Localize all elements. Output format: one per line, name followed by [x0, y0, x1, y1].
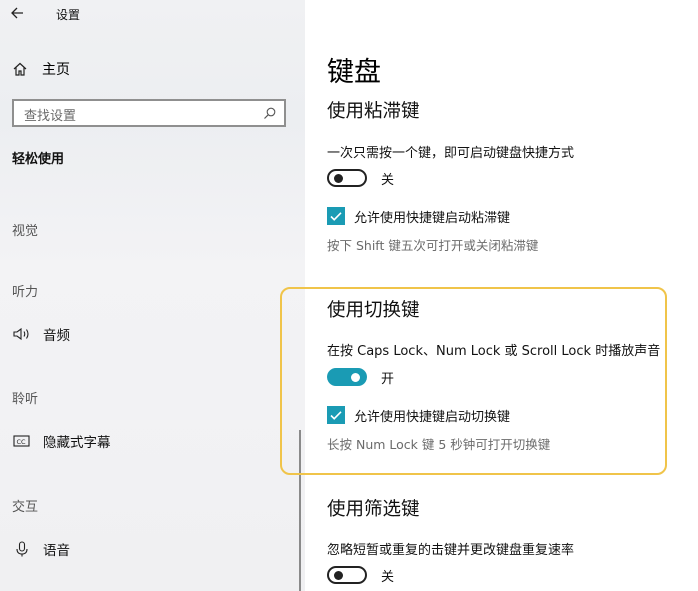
checkbox-label: 允许使用快捷键启动粘滞键 — [354, 210, 511, 226]
filter-keys-toggle[interactable] — [327, 566, 367, 584]
app-title: 设置 — [56, 8, 81, 22]
group-label-hearing: 听力 — [12, 285, 39, 300]
filter-keys-heading: 使用筛选键 — [327, 499, 420, 520]
microphone-icon — [12, 541, 32, 557]
toggle-state-label: 关 — [381, 172, 395, 188]
search-placeholder: 查找设置 — [24, 109, 77, 124]
sidebar: 设置 主页 查找设置 轻松使用 视觉 听力 音频 聆听 CC 隐藏式字幕 交互 … — [0, 0, 305, 591]
filter-keys-description: 忽略短暂或重复的击键并更改键盘重复速率 — [327, 543, 575, 558]
title-bar: 设置 — [0, 0, 305, 30]
sticky-keys-hint: 按下 Shift 键五次可打开或关闭粘滞键 — [327, 238, 539, 253]
search-input[interactable]: 查找设置 — [12, 99, 286, 127]
sidebar-item-speech[interactable]: 语音 — [12, 538, 70, 560]
sidebar-item-audio[interactable]: 音频 — [12, 323, 70, 345]
nav-home[interactable]: 主页 — [12, 58, 70, 80]
group-label-interaction: 交互 — [12, 500, 39, 515]
filter-keys-toggle-row: 关 — [327, 564, 394, 586]
sidebar-item-label: 音频 — [43, 328, 70, 344]
page-title: 键盘 — [327, 57, 381, 88]
home-icon — [13, 62, 27, 76]
toggle-state-label: 关 — [381, 569, 395, 585]
speaker-icon — [12, 326, 32, 342]
sidebar-item-label: 隐藏式字幕 — [43, 435, 111, 451]
checkmark-icon — [330, 212, 342, 221]
toggle-knob — [334, 571, 343, 580]
sidebar-item-label: 语音 — [43, 543, 70, 559]
highlight-annotation-box — [280, 287, 667, 475]
back-arrow-icon[interactable] — [10, 3, 28, 23]
closed-caption-icon: CC — [12, 433, 32, 449]
sticky-keys-shortcut-checkbox-row[interactable]: 允许使用快捷键启动粘滞键 — [327, 206, 510, 226]
sticky-keys-heading: 使用粘滞键 — [327, 101, 420, 122]
search-icon — [264, 107, 276, 119]
group-label-vision: 视觉 — [12, 224, 39, 239]
nav-home-label: 主页 — [42, 62, 70, 78]
sticky-keys-description: 一次只需按一个键，即可启动键盘快捷方式 — [327, 146, 575, 161]
group-label-listen: 聆听 — [12, 392, 39, 407]
section-title: 轻松使用 — [12, 152, 65, 167]
toggle-knob — [334, 174, 343, 183]
checkbox-checked[interactable] — [327, 207, 345, 225]
sticky-keys-toggle[interactable] — [327, 169, 367, 187]
svg-text:CC: CC — [17, 438, 27, 446]
sticky-keys-toggle-row: 关 — [327, 167, 394, 189]
sidebar-item-closed-captions[interactable]: CC 隐藏式字幕 — [12, 430, 111, 452]
